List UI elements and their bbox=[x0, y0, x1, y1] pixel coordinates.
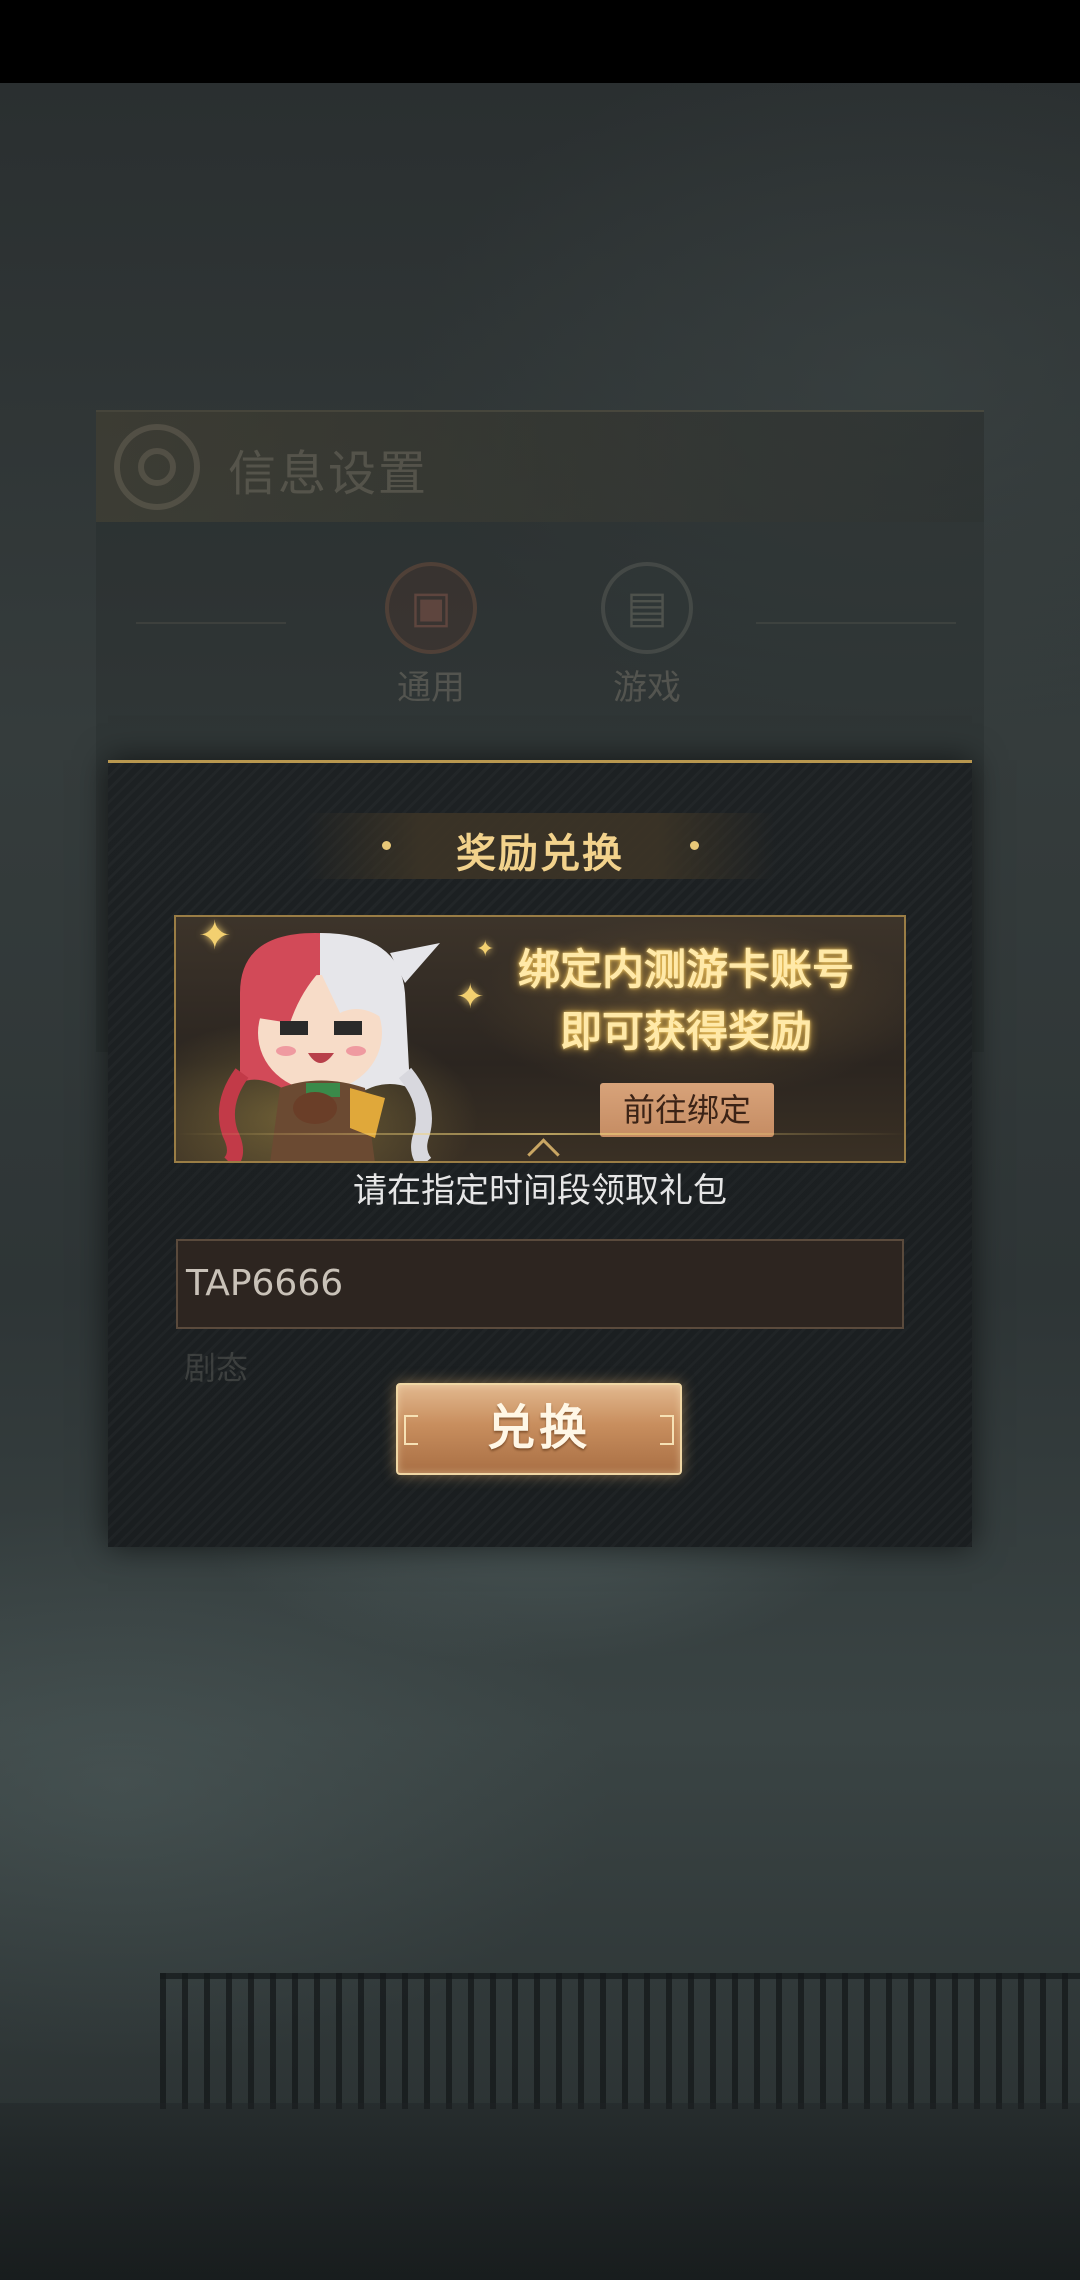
banner-glow-line bbox=[176, 1133, 904, 1135]
banner-headline-line1: 绑定内测游卡账号 bbox=[517, 945, 854, 994]
bind-account-banner[interactable]: ✦ ✦ ✦ 绑定内测游卡账号 即可获得奖励 前往绑定 bbox=[174, 915, 906, 1163]
background-fence bbox=[160, 1973, 1080, 2109]
background-panel-title: 信息设置 bbox=[228, 446, 429, 502]
game-screen: 信息设置 ▣ 通用 ▤ 游戏 奖励兑换 ✦ ✦ ✦ 绑定内测游卡账号 即可获得奖… bbox=[0, 0, 1080, 2280]
sparkle-icon: ✦ bbox=[198, 915, 232, 959]
tab-general[interactable]: ▣ 通用 bbox=[376, 562, 486, 709]
chibi-character-illustration bbox=[218, 933, 440, 1161]
button-corner-left-icon bbox=[404, 1415, 418, 1445]
redeem-code-input[interactable]: TAP6666 bbox=[176, 1239, 904, 1329]
dialog-title-bar: 奖励兑换 bbox=[304, 813, 776, 879]
game-tab-icon: ▤ bbox=[601, 562, 693, 654]
tab-divider-left bbox=[136, 622, 286, 624]
status-bar bbox=[0, 0, 1080, 83]
redeem-dialog: 奖励兑换 ✦ ✦ ✦ 绑定内测游卡账号 即可获得奖励 前往绑定 请在指定时间段领… bbox=[108, 760, 972, 1547]
tab-general-label: 通用 bbox=[397, 668, 465, 708]
button-corner-right-icon bbox=[660, 1415, 674, 1445]
go-bind-button[interactable]: 前往绑定 bbox=[600, 1083, 774, 1137]
redeem-button[interactable]: 兑换 bbox=[396, 1383, 682, 1475]
redeem-button-label: 兑换 bbox=[486, 1400, 591, 1456]
tab-game-label: 游戏 bbox=[613, 668, 681, 708]
claim-period-hint: 请在指定时间段领取礼包 bbox=[353, 1171, 727, 1211]
chevron-up-icon bbox=[527, 1138, 560, 1161]
background-panel-header: 信息设置 bbox=[96, 412, 984, 522]
background-ghost-label: 剧态 bbox=[184, 1349, 249, 1387]
banner-headline-line2: 即可获得奖励 bbox=[559, 1007, 812, 1056]
background-ground bbox=[0, 2103, 1080, 2280]
tab-game[interactable]: ▤ 游戏 bbox=[592, 562, 702, 709]
tab-divider-right bbox=[756, 622, 956, 624]
emblem-icon bbox=[114, 424, 200, 510]
dialog-title: 奖励兑换 bbox=[456, 831, 624, 877]
general-tab-icon: ▣ bbox=[385, 562, 477, 654]
banner-headline: 绑定内测游卡账号 即可获得奖励 bbox=[476, 939, 896, 1063]
